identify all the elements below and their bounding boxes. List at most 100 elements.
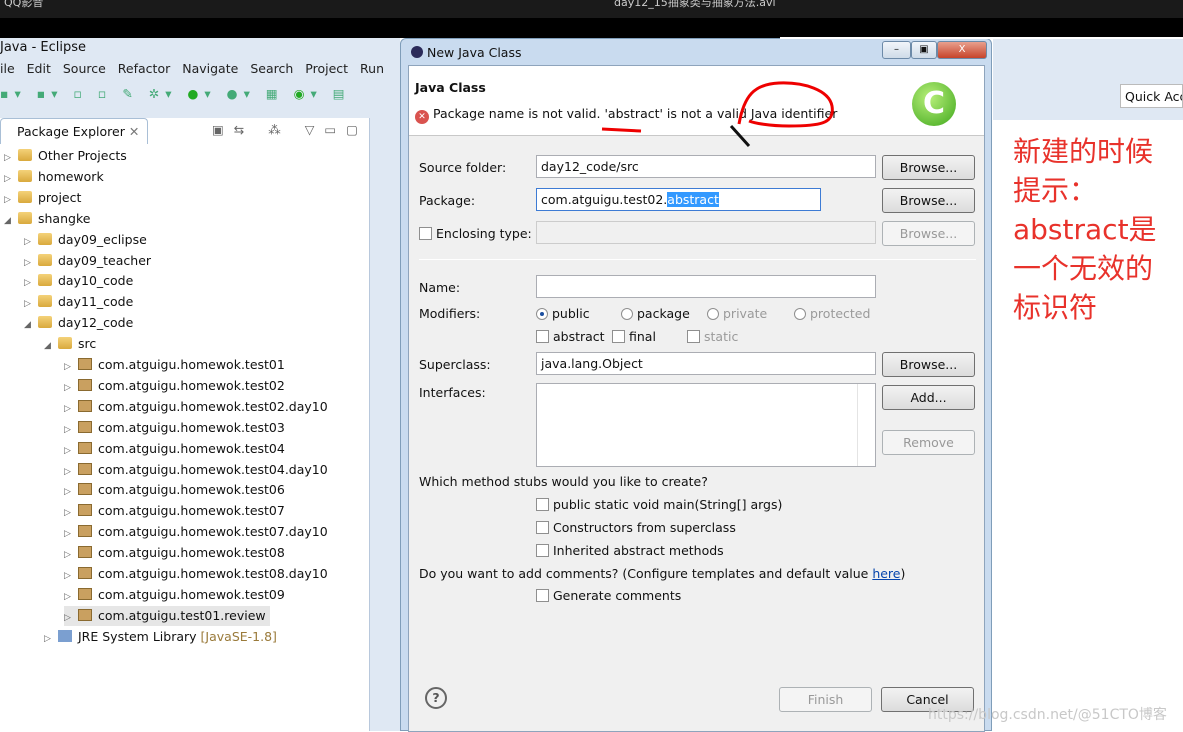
expand-arrow-icon[interactable]: ▷ [64, 357, 78, 377]
tree-item[interactable]: ◢ day12_code [24, 313, 133, 333]
menu-edit[interactable]: Edit [27, 61, 51, 76]
view-toolbar[interactable]: ▣⇆ ⁂ ▽▭▢ [212, 122, 368, 137]
project-icon [18, 169, 32, 182]
name-input[interactable] [536, 275, 876, 298]
tree-item[interactable]: ◢ src [44, 334, 96, 354]
modifier-package-radio[interactable]: package [621, 306, 690, 321]
menu-navigate[interactable]: Navigate [182, 61, 238, 76]
source-folder-input[interactable]: day12_code/src [536, 155, 876, 178]
project-icon [38, 253, 52, 266]
tree-item[interactable]: ▷ com.atguigu.homewok.test03 [64, 418, 285, 438]
expand-arrow-icon[interactable]: ▷ [64, 378, 78, 398]
close-icon[interactable]: ✕ [129, 124, 139, 139]
annotation-line: 一个无效的 [1013, 252, 1154, 285]
stub-option-checkbox[interactable]: Inherited abstract methods [536, 543, 724, 558]
expand-arrow-icon[interactable]: ▷ [64, 545, 78, 565]
expand-arrow-icon[interactable]: ▷ [64, 503, 78, 523]
tree-item[interactable]: ▷ com.atguigu.homewok.test08 [64, 543, 285, 563]
stub-option-checkbox[interactable]: public static void main(String[] args) [536, 497, 782, 512]
tree-item[interactable]: ▷ day10_code [24, 271, 133, 291]
add-interface-button[interactable]: Add... [882, 385, 975, 410]
expand-arrow-icon[interactable]: ▷ [64, 608, 78, 628]
project-icon [18, 149, 32, 161]
tree-item[interactable]: ▷ com.atguigu.homewok.test08.day10 [64, 564, 328, 584]
tree-item[interactable]: ▷ com.atguigu.homewok.test07 [64, 501, 285, 521]
package-icon [78, 546, 92, 559]
collapse-arrow-icon[interactable]: ◢ [44, 336, 58, 356]
modifier-label: package [637, 306, 690, 321]
tree-item[interactable]: ▷ homework [4, 167, 104, 187]
tree-item[interactable]: ▷ com.atguigu.homewok.test02.day10 [64, 397, 328, 417]
menu-ile[interactable]: ile [0, 61, 15, 76]
expand-arrow-icon[interactable]: ▷ [64, 587, 78, 607]
package-input[interactable]: com.atguigu.test02.abstract [536, 188, 821, 211]
comments-question-end: ) [900, 566, 906, 581]
modifier-abstract-checkbox[interactable]: abstract [536, 329, 605, 344]
expand-arrow-icon[interactable]: ▷ [24, 273, 38, 293]
menu-project[interactable]: Project [305, 61, 348, 76]
enclosing-type-checkbox[interactable]: Enclosing type: [419, 226, 532, 241]
close-button[interactable]: X [937, 41, 987, 59]
expand-arrow-icon[interactable]: ▷ [64, 566, 78, 586]
menu-source[interactable]: Source [63, 61, 106, 76]
expand-arrow-icon[interactable]: ▷ [64, 524, 78, 544]
expand-arrow-icon[interactable]: ▷ [24, 253, 38, 273]
tree-item[interactable]: ▷ com.atguigu.homewok.test01 [64, 355, 285, 375]
quick-access-input[interactable]: Quick Acc [1120, 84, 1183, 108]
menu-refactor[interactable]: Refactor [118, 61, 170, 76]
collapse-arrow-icon[interactable]: ◢ [4, 211, 18, 231]
tree-item[interactable]: ▷ com.atguigu.test01.review [64, 605, 270, 628]
tree-item[interactable]: ▷ day11_code [24, 292, 133, 312]
superclass-browse-button[interactable]: Browse... [882, 352, 975, 377]
tree-item[interactable]: ▷ Other Projects [4, 146, 127, 166]
superclass-input[interactable]: java.lang.Object [536, 352, 876, 375]
minimize-button[interactable]: – [882, 41, 911, 59]
tree-item[interactable]: ▷ day09_eclipse [24, 230, 147, 250]
scrollbar[interactable] [857, 384, 875, 466]
menu-search[interactable]: Search [250, 61, 293, 76]
tree-item[interactable]: ▷ com.atguigu.homewok.test07.day10 [64, 522, 328, 542]
source-folder-browse-button[interactable]: Browse... [882, 155, 975, 180]
tree-item[interactable]: ▷ com.atguigu.homewok.test06 [64, 480, 285, 500]
maximize-button[interactable]: ▣ [911, 41, 937, 59]
modifier-label: static [704, 329, 739, 344]
stub-option-checkbox[interactable]: Constructors from superclass [536, 520, 736, 535]
modifier-label: abstract [553, 329, 605, 344]
expand-arrow-icon[interactable]: ▷ [24, 232, 38, 252]
expand-arrow-icon[interactable]: ▷ [4, 148, 18, 168]
expand-arrow-icon[interactable]: ▷ [64, 462, 78, 482]
tree-item-label: com.atguigu.homewok.test01 [98, 357, 285, 372]
tree-item[interactable]: ▷ com.atguigu.homewok.test04.day10 [64, 460, 328, 480]
tree-item[interactable]: ▷ JRE System Library [JavaSE-1.8] [44, 627, 277, 647]
modifier-final-checkbox[interactable]: final [612, 329, 656, 344]
tree-item[interactable]: ▷ day09_teacher [24, 251, 151, 271]
tree-item[interactable]: ▷ project [4, 188, 81, 208]
package-browse-button[interactable]: Browse... [882, 188, 975, 213]
player-title-bar: QQ影音 day12_15抽象类与抽象方法.avi [0, 0, 1183, 18]
configure-templates-link[interactable]: here [872, 566, 900, 581]
menu-run[interactable]: Run [360, 61, 384, 76]
collapse-arrow-icon[interactable]: ◢ [24, 315, 38, 335]
expand-arrow-icon[interactable]: ▷ [64, 420, 78, 440]
expand-arrow-icon[interactable]: ▷ [4, 190, 18, 210]
tree-item-label: src [78, 336, 97, 352]
help-icon[interactable]: ? [425, 687, 447, 709]
expand-arrow-icon[interactable]: ▷ [44, 629, 58, 649]
tree-item[interactable]: ▷ com.atguigu.homewok.test04 [64, 439, 285, 459]
tree-item[interactable]: ◢ shangke [4, 209, 90, 229]
package-icon [78, 462, 92, 475]
generate-comments-checkbox[interactable]: Generate comments [536, 588, 681, 603]
expand-arrow-icon[interactable]: ▷ [4, 169, 18, 189]
tab-package-explorer[interactable]: Package Explorer ✕ [0, 118, 148, 144]
interfaces-list[interactable] [536, 383, 876, 467]
tree-item[interactable]: ▷ com.atguigu.homewok.test09 [64, 585, 285, 605]
expand-arrow-icon[interactable]: ▷ [64, 399, 78, 419]
tree-item-label: com.atguigu.homewok.test07.day10 [98, 524, 328, 540]
modifier-public-radio[interactable]: public [536, 306, 590, 321]
expand-arrow-icon[interactable]: ▷ [24, 294, 38, 314]
expand-arrow-icon[interactable]: ▷ [64, 482, 78, 502]
expand-arrow-icon[interactable]: ▷ [64, 441, 78, 461]
modifier-static-checkbox: static [687, 329, 738, 344]
finish-button: Finish [779, 687, 872, 712]
tree-item[interactable]: ▷ com.atguigu.homewok.test02 [64, 376, 285, 396]
